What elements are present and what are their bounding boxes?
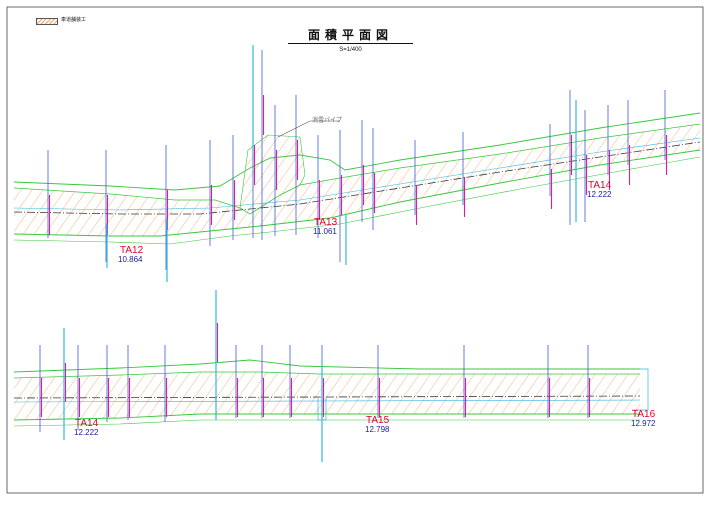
lower-plan xyxy=(13,359,649,427)
lower-pavement-area xyxy=(14,372,640,420)
station-value: 12.222 xyxy=(74,428,99,437)
upper-plan xyxy=(13,112,701,245)
lower-edge-outer xyxy=(13,419,640,427)
station-value: 12.222 xyxy=(587,190,612,199)
station-value: 12.798 xyxy=(365,425,390,434)
legend-hatch-swatch xyxy=(36,18,58,25)
plan-drawing xyxy=(6,6,704,494)
legend-label: 車道舗装工 xyxy=(61,17,87,23)
title-underline xyxy=(288,43,413,44)
lower-edge-top xyxy=(13,359,640,373)
snow-melting-pipe-label: 消雪パイプ xyxy=(312,118,343,124)
drawing-scale: S=1/400 xyxy=(339,47,362,53)
station-value: 10.864 xyxy=(118,255,143,264)
station-value: 12.972 xyxy=(631,419,656,428)
station-value: 11.061 xyxy=(313,227,337,236)
drawing-sheet: 車道舗装工 面積平面図 S=1/400 消雪パイプ TA12 10.864 TA… xyxy=(0,0,710,500)
drawing-title: 面積平面図 xyxy=(307,28,393,42)
